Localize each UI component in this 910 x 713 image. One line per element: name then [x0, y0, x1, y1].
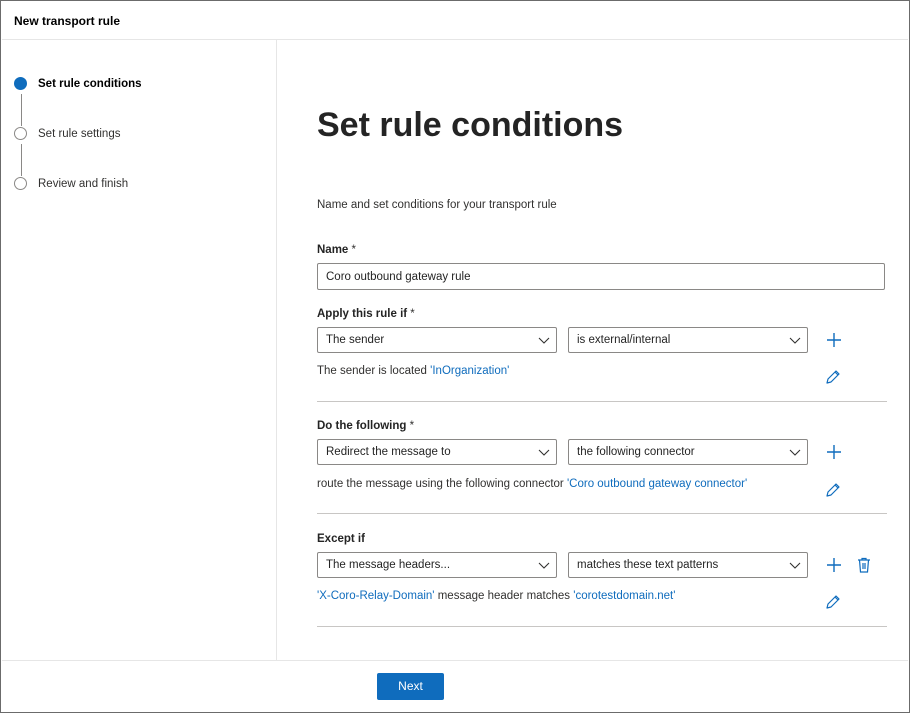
- name-label-text: Name: [317, 244, 349, 256]
- edit-icon[interactable]: [824, 593, 842, 611]
- required-marker: *: [410, 308, 415, 320]
- header-pattern-link[interactable]: 'corotestdomain.net': [573, 590, 675, 602]
- action-target-dropdown[interactable]: the following connector: [568, 439, 808, 465]
- title-bar: New transport rule: [2, 2, 908, 40]
- chevron-down-icon: [538, 562, 550, 569]
- except-if-label: Except if: [317, 533, 365, 545]
- except-condition-dropdown[interactable]: The message headers...: [317, 552, 557, 578]
- required-marker: *: [409, 420, 415, 432]
- dropdown-value: is external/internal: [577, 334, 671, 346]
- wizard-steps-sidebar: Set rule conditions Set rule settings Re…: [2, 40, 277, 660]
- apply-label-text: Apply this rule if: [317, 308, 408, 320]
- step-connector: [21, 94, 22, 126]
- action-summary: route the message using the following co…: [317, 478, 747, 490]
- do-following-label-text: Do the following: [317, 420, 407, 432]
- header-name-link[interactable]: 'X-Coro-Relay-Domain': [317, 590, 435, 602]
- name-field-label: Name *: [317, 244, 356, 256]
- required-marker: *: [351, 244, 357, 256]
- connector-value-link[interactable]: 'Coro outbound gateway connector': [567, 478, 747, 490]
- except-operator-dropdown[interactable]: matches these text patterns: [568, 552, 808, 578]
- page-description: Name and set conditions for your transpo…: [317, 199, 557, 211]
- step-set-rule-conditions[interactable]: Set rule conditions: [2, 74, 272, 94]
- apply-condition-dropdown[interactable]: The sender: [317, 327, 557, 353]
- main-content: Set rule conditions Name and set conditi…: [278, 40, 908, 660]
- step-label: Set rule settings: [38, 128, 121, 140]
- edit-icon[interactable]: [824, 368, 842, 386]
- step-pending-indicator: [14, 177, 27, 190]
- section-divider: [317, 626, 887, 627]
- add-icon[interactable]: [825, 556, 843, 574]
- edit-icon[interactable]: [824, 481, 842, 499]
- summary-text: message header matches: [437, 590, 571, 602]
- wizard-footer: Next: [2, 660, 908, 712]
- chevron-down-icon: [538, 449, 550, 456]
- step-current-indicator: [14, 77, 27, 90]
- window-title: New transport rule: [14, 14, 121, 28]
- action-dropdown[interactable]: Redirect the message to: [317, 439, 557, 465]
- step-review-and-finish[interactable]: Review and finish: [2, 174, 272, 194]
- except-label-text: Except if: [317, 533, 365, 545]
- step-label: Review and finish: [38, 178, 129, 190]
- apply-condition-value-link[interactable]: 'InOrganization': [430, 365, 509, 377]
- dropdown-value: matches these text patterns: [577, 559, 719, 571]
- chevron-down-icon: [538, 337, 550, 344]
- chevron-down-icon: [789, 337, 801, 344]
- rule-name-input[interactable]: Coro outbound gateway rule: [317, 263, 885, 290]
- rule-name-value: Coro outbound gateway rule: [326, 271, 471, 283]
- step-pending-indicator: [14, 127, 27, 140]
- apply-rule-if-label: Apply this rule if *: [317, 308, 415, 320]
- add-icon[interactable]: [825, 331, 843, 349]
- next-button[interactable]: Next: [377, 673, 444, 700]
- dropdown-value: Redirect the message to: [326, 446, 451, 458]
- summary-text: route the message using the following co…: [317, 478, 564, 490]
- dropdown-value: the following connector: [577, 446, 695, 458]
- step-set-rule-settings[interactable]: Set rule settings: [2, 124, 272, 144]
- apply-operator-dropdown[interactable]: is external/internal: [568, 327, 808, 353]
- dropdown-value: The message headers...: [326, 559, 451, 571]
- step-connector: [21, 144, 22, 176]
- chevron-down-icon: [789, 449, 801, 456]
- step-label: Set rule conditions: [38, 78, 142, 90]
- add-icon[interactable]: [825, 443, 843, 461]
- section-divider: [317, 513, 887, 514]
- chevron-down-icon: [789, 562, 801, 569]
- delete-icon[interactable]: [855, 556, 873, 574]
- dropdown-value: The sender: [326, 334, 385, 346]
- section-divider: [317, 401, 887, 402]
- do-following-label: Do the following *: [317, 420, 414, 432]
- apply-condition-summary: The sender is located 'InOrganization': [317, 365, 509, 377]
- wizard-window: New transport rule Set rule conditions S…: [0, 0, 910, 713]
- page-title: Set rule conditions: [317, 106, 624, 144]
- summary-text: The sender is located: [317, 365, 427, 377]
- except-summary: 'X-Coro-Relay-Domain' message header mat…: [317, 590, 675, 602]
